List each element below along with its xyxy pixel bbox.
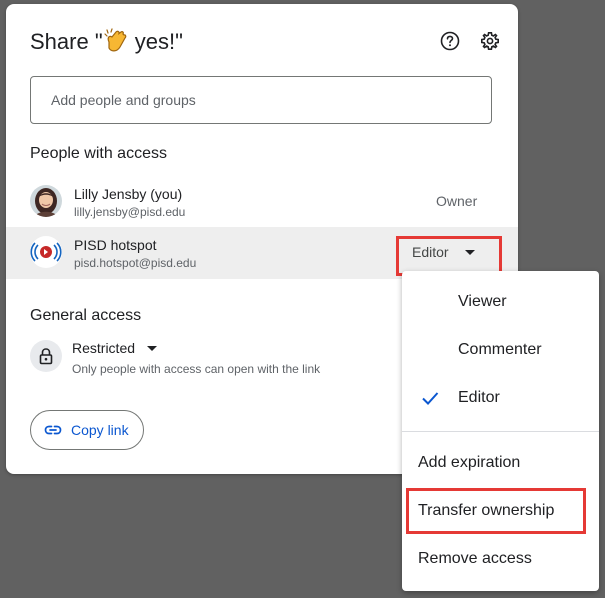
copy-link-label: Copy link [71,422,129,438]
general-access-value: Restricted [72,340,136,356]
menu-item-transfer-ownership[interactable]: Transfer ownership [402,491,599,531]
menu-item-add-expiration[interactable]: Add expiration [402,443,599,483]
caret-down-icon [147,345,158,351]
link-icon [44,425,62,435]
person-email: lilly.jensby@pisd.edu [74,205,186,219]
menu-item-label: Add expiration [418,454,521,471]
lock-icon [30,340,62,372]
owner-role-label: Owner [436,193,478,209]
help-circle-icon[interactable] [438,29,462,53]
person-name: Lilly Jensby (you) [74,186,183,202]
copy-link-button[interactable]: Copy link [30,410,144,450]
menu-item-commenter[interactable]: Commenter [402,330,599,370]
clapping-hands-icon [104,28,126,52]
role-dropdown-label: Editor [412,244,449,260]
menu-item-label: Transfer ownership [418,502,555,519]
menu-divider [402,431,599,432]
add-people-input[interactable] [30,76,492,124]
person-email: pisd.hotspot@pisd.edu [74,256,197,270]
menu-item-editor[interactable]: Editor [402,378,599,418]
people-with-access-heading: People with access [30,145,167,162]
person-row-owner: Lilly Jensby (you) lilly.jensby@pisd.edu… [6,176,518,228]
general-access-description: Only people with access can open with th… [72,362,321,376]
menu-item-viewer[interactable]: Viewer [402,282,599,322]
role-menu: Viewer Commenter Editor Add expiration T… [402,271,599,591]
gear-icon[interactable] [478,29,502,53]
menu-item-label: Remove access [418,550,532,567]
general-access-dropdown[interactable]: Restricted [72,340,158,356]
menu-item-label: Editor [458,389,500,406]
dialog-title-prefix: Share " [30,29,103,54]
general-access-heading: General access [30,307,142,324]
menu-item-label: Viewer [458,293,507,310]
hotspot-avatar-icon [30,236,62,268]
menu-item-label: Commenter [458,341,542,358]
role-dropdown-button[interactable]: Editor [402,238,485,266]
menu-item-remove-access[interactable]: Remove access [402,539,599,579]
person-name: PISD hotspot [74,237,157,253]
caret-down-icon [464,249,475,255]
dialog-title: Share " yes!" [30,28,183,56]
checkmark-icon [422,392,439,405]
user-avatar [30,185,62,217]
dialog-title-suffix: yes!" [128,29,183,54]
